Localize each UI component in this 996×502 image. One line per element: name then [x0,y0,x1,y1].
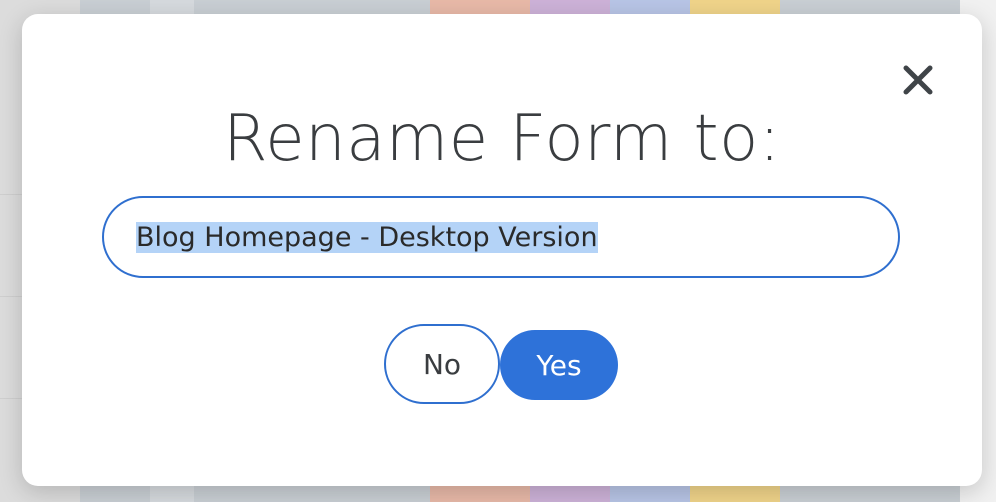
close-button[interactable] [898,60,938,100]
yes-button[interactable]: Yes [500,330,618,400]
rename-form-dialog: Rename Form to: No Yes [22,14,982,486]
form-name-input[interactable] [102,196,900,278]
dialog-title: Rename Form to: [223,102,781,176]
no-button[interactable]: No [384,324,500,404]
close-icon [903,65,933,95]
